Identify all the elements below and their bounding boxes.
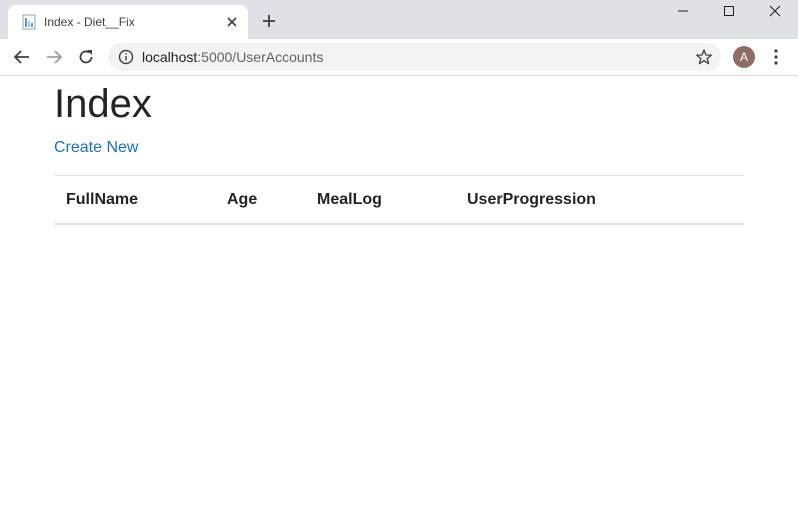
column-header-fullname: FullName: [54, 175, 215, 225]
page-content: Index Create New FullName Age MealLog Us…: [54, 76, 744, 225]
kebab-menu-icon[interactable]: [769, 48, 783, 66]
url-host: localhost: [142, 49, 198, 65]
column-header-meallog: MealLog: [305, 175, 455, 225]
column-header-userprogression: UserProgression: [455, 175, 744, 225]
browser-toolbar: localhost:5000/UserAccounts A: [0, 39, 798, 76]
window-close-icon[interactable]: [752, 0, 798, 28]
tab-close-icon[interactable]: [224, 14, 240, 30]
bookmark-star-icon[interactable]: [695, 48, 713, 66]
tab-strip: Index - Diet__Fix: [0, 0, 798, 39]
window-maximize-icon[interactable]: [706, 0, 752, 28]
address-bar[interactable]: localhost:5000/UserAccounts: [108, 43, 721, 71]
back-arrow-icon[interactable]: [12, 47, 32, 67]
reload-icon[interactable]: [76, 47, 96, 67]
table-header-row: FullName Age MealLog UserProgression: [54, 175, 744, 225]
user-accounts-table: FullName Age MealLog UserProgression: [54, 175, 744, 225]
site-info-icon[interactable]: [118, 49, 134, 65]
page-title: Index: [54, 82, 152, 126]
tab-title: Index - Diet__Fix: [44, 15, 135, 29]
new-tab-plus-icon[interactable]: [259, 11, 279, 31]
browser-tab[interactable]: Index - Diet__Fix: [8, 5, 248, 39]
forward-arrow-icon[interactable]: [44, 47, 64, 67]
column-header-age: Age: [215, 175, 305, 225]
window-minimize-icon[interactable]: [660, 0, 706, 28]
page-favicon-icon: [21, 14, 37, 30]
profile-avatar[interactable]: A: [733, 46, 755, 68]
url-path: :5000/UserAccounts: [197, 49, 324, 65]
url-text: localhost:5000/UserAccounts: [142, 49, 323, 65]
create-new-link[interactable]: Create New: [54, 138, 138, 158]
